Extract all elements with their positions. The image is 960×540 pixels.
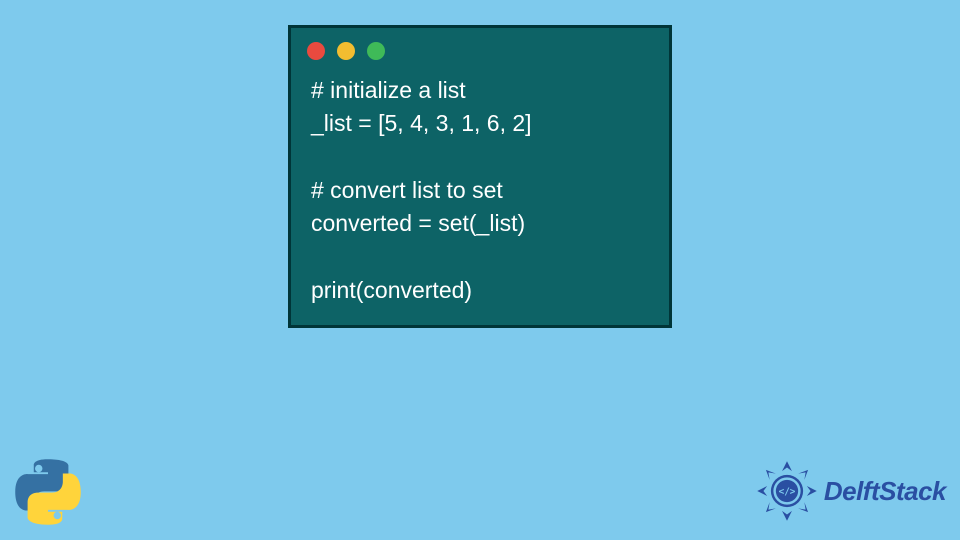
code-body: # initialize a list _list = [5, 4, 3, 1,… bbox=[291, 66, 669, 307]
delftstack-emblem-icon: </> bbox=[756, 460, 818, 522]
traffic-light-minimize-icon bbox=[337, 42, 355, 60]
delftstack-brand-text: DelftStack bbox=[824, 476, 946, 507]
python-logo-icon bbox=[14, 458, 82, 526]
svg-text:</>: </> bbox=[778, 487, 795, 498]
window-titlebar bbox=[291, 28, 669, 66]
code-window: # initialize a list _list = [5, 4, 3, 1,… bbox=[288, 25, 672, 328]
traffic-light-zoom-icon bbox=[367, 42, 385, 60]
traffic-light-close-icon bbox=[307, 42, 325, 60]
delftstack-brand: </> DelftStack bbox=[756, 460, 946, 522]
